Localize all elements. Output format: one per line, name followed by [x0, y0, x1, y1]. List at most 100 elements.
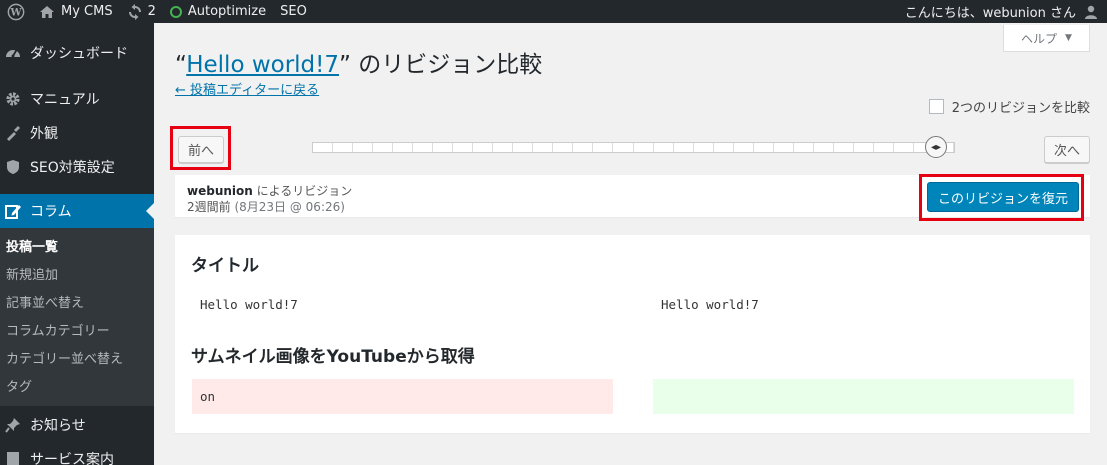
slider-tick — [493, 143, 514, 152]
slider-tick — [513, 143, 534, 152]
updates-count: 2 — [147, 4, 156, 19]
submenu-item-all-posts[interactable]: 投稿一覧 — [0, 234, 154, 262]
greeting: こんにちは、webunion さん — [904, 6, 1076, 21]
page-title: “Hello world!7” のリビジョン比較 — [175, 45, 542, 79]
admin-bar: W My CMS 2 Autoptimize SEO こんにちは、webunio… — [0, 0, 1107, 23]
slider-tick — [774, 143, 794, 152]
wp-logo-icon[interactable]: W — [0, 0, 32, 23]
autoptimize-label: Autoptimize — [187, 4, 267, 19]
slider-handle[interactable]: ◂▸ — [925, 136, 947, 158]
slider-tick — [553, 143, 574, 152]
diff-left-deleted: on — [192, 379, 613, 414]
slider-tick — [413, 143, 434, 152]
slider-tick — [453, 143, 474, 152]
compare-two-toggle[interactable]: 2つのリビジョンを比較 — [928, 97, 1090, 116]
slider-tick — [613, 143, 634, 152]
menu-appearance[interactable]: 外観 — [0, 116, 154, 150]
menu-column[interactable]: コラム — [0, 194, 154, 228]
submenu-item-tags[interactable]: タグ — [0, 374, 154, 402]
caret-down-icon: ▼ — [1065, 33, 1072, 43]
slider-tick — [593, 143, 614, 152]
menu-services[interactable]: サービス案内 — [0, 442, 154, 465]
slider-tick — [373, 143, 394, 152]
revision-date: 2週間前 (8月23日 @ 06:26) — [187, 198, 345, 215]
slider-tick — [694, 143, 714, 152]
refresh-icon — [128, 3, 141, 20]
slider-tick — [894, 143, 914, 152]
slider-tick — [634, 143, 654, 152]
revision-slider[interactable] — [312, 142, 955, 153]
submenu-item-add-new[interactable]: 新規追加 — [0, 262, 154, 290]
title-suffix: ” のリビジョン比較 — [339, 52, 543, 78]
diff-heading-youtube-thumb: サムネイル画像をYouTubeから取得 — [191, 347, 475, 367]
diff-panel: タイトル Hello world!7 Hello world!7 サムネイル画像… — [175, 235, 1090, 433]
slider-tick — [754, 143, 774, 152]
shield-icon — [4, 158, 22, 176]
compare-two-label: 2つのリビジョンを比較 — [951, 101, 1090, 116]
menu-label: お知らせ — [30, 418, 86, 434]
diff-heading-title: タイトル — [191, 256, 259, 276]
slider-tick — [834, 143, 854, 152]
slider-tick — [433, 143, 454, 152]
help-label: ヘルプ — [1021, 31, 1058, 46]
site-name-link[interactable]: My CMS — [32, 0, 120, 23]
menu-label: コラム — [30, 204, 72, 220]
slider-tick — [313, 143, 334, 152]
slider-tick — [874, 143, 894, 152]
edit-icon — [4, 202, 22, 220]
next-button[interactable]: 次へ — [1044, 136, 1090, 163]
menu-seo[interactable]: SEO対策設定 — [0, 150, 154, 184]
main-content: ヘルプ ▼ “Hello world!7” のリビジョン比較 ← 投稿エディター… — [154, 23, 1107, 465]
diff-right-added — [653, 379, 1074, 414]
revision-author: webunion によるリビジョン — [187, 182, 352, 199]
submenu-item-reorder[interactable]: 記事並べ替え — [0, 290, 154, 318]
slider-tick — [794, 143, 814, 152]
slider-tick — [654, 143, 674, 152]
admin-sidebar: ダッシュボード マニュアル 外観 SEO対策設定 コラム 投稿一覧 新規追加 記… — [0, 23, 154, 465]
submenu-item-category-order[interactable]: カテゴリー並べ替え — [0, 346, 154, 374]
arrows-icon: ◂▸ — [930, 141, 942, 153]
slider-tick — [814, 143, 834, 152]
dashboard-icon — [4, 44, 22, 62]
slider-tick — [533, 143, 554, 152]
diff-right-title: Hello world!7 — [661, 296, 759, 312]
menu-dashboard[interactable]: ダッシュボード — [0, 36, 154, 70]
menu-label: サービス案内 — [30, 452, 114, 465]
compare-two-checkbox[interactable] — [928, 99, 944, 114]
submenu-item-categories[interactable]: コラムカテゴリー — [0, 318, 154, 346]
menu-label: マニュアル — [30, 92, 100, 108]
menu-label: ダッシュボード — [30, 46, 128, 62]
author-name: webunion — [187, 184, 253, 198]
slider-tick — [473, 143, 494, 152]
gear-icon — [4, 90, 22, 108]
site-name: My CMS — [61, 4, 113, 19]
menu-manual[interactable]: マニュアル — [0, 82, 154, 116]
seo-label: SEO — [280, 4, 307, 19]
autoptimize-link[interactable]: Autoptimize — [163, 0, 273, 23]
slider-tick — [333, 143, 354, 152]
user-icon — [1085, 5, 1097, 19]
seo-link[interactable]: SEO — [273, 0, 314, 23]
page-icon — [4, 450, 22, 465]
slider-tick — [393, 143, 414, 152]
updates-link[interactable]: 2 — [120, 0, 163, 23]
column-submenu: 投稿一覧 新規追加 記事並べ替え コラムカテゴリー カテゴリー並べ替え タグ — [0, 228, 154, 406]
pin-icon — [4, 416, 22, 434]
menu-label: 外観 — [30, 126, 58, 142]
author-suffix: によるリビジョン — [252, 184, 353, 198]
slider-tick — [734, 143, 754, 152]
post-title-link[interactable]: Hello world!7 — [186, 52, 339, 78]
menu-news[interactable]: お知らせ — [0, 408, 154, 442]
help-tab-button[interactable]: ヘルプ ▼ — [1003, 25, 1090, 52]
previous-button[interactable]: 前へ — [178, 136, 224, 163]
status-circle-icon — [169, 5, 182, 18]
account-menu[interactable]: こんにちは、webunion さん — [898, 0, 1107, 23]
revision-ago: 2週間前 — [187, 200, 231, 214]
slider-tick — [714, 143, 734, 152]
highlight-frame-restore — [919, 174, 1084, 221]
slider-tick — [674, 143, 694, 152]
home-icon — [40, 5, 54, 18]
back-to-editor-link[interactable]: ← 投稿エディターに戻る — [175, 79, 319, 98]
svg-text:W: W — [9, 7, 22, 18]
paintbrush-icon — [4, 124, 22, 142]
